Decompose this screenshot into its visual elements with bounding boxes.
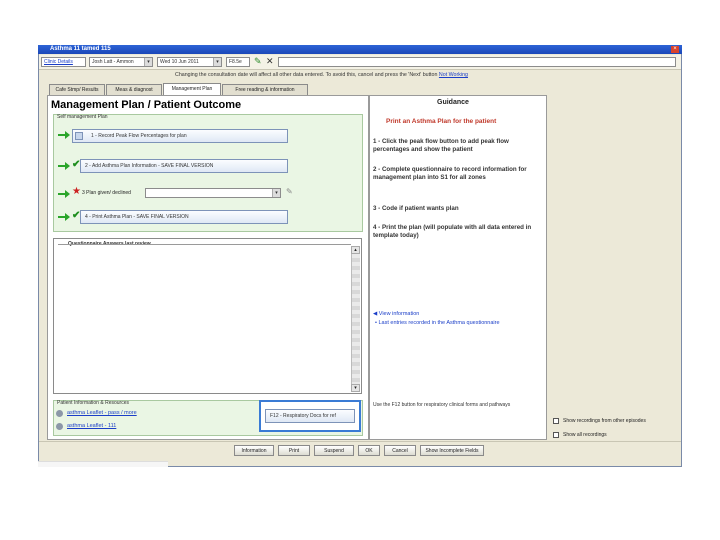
scroll-down-icon[interactable]: ▾ [351,384,360,392]
consultation-date-notice: Changing the consultation date will affe… [175,72,675,82]
chevron-down-icon[interactable]: ▾ [144,58,152,66]
window-title: Asthma 11 tamed 115 [50,46,111,52]
cancel-button[interactable]: Cancel [384,445,416,456]
clinician-select[interactable]: Josh Latt - Ammon ▾ [89,57,153,67]
respiratory-docs-inner: F12 - Respiratory Docs for ref [265,409,355,423]
view-info-row[interactable]: ◀ View information [373,311,419,317]
date-value: Wed 10 Jun 2011 [160,59,199,65]
step-4-label: 4 - Print Asthma Plan - SAVE FINAL VERSI… [85,214,189,220]
page-title: Management Plan / Patient Outcome [51,99,242,111]
globe-icon [56,423,63,430]
show-all-recordings-checkbox[interactable] [553,432,559,438]
side-options-panel [547,95,681,440]
guidance-item-3: 3 - Code if patient wants plan [373,205,459,212]
patient-info-title: Patient Information & Resources [57,400,129,406]
edit-pencil-icon[interactable]: ✎ [286,187,293,196]
green-arrow-icon [58,213,70,223]
globe-icon [56,410,63,417]
not-working-link[interactable]: Not Working [439,72,468,78]
plan-declined-label: 3 Plan given/ declined [82,190,131,196]
tab-meas-diagnost[interactable]: Meas & diagnost [106,84,162,95]
guidance-item-4: 4 - Print the plan (will populate with a… [373,224,532,239]
play-icon: ◀ [373,311,378,317]
peak-flow-icon [75,132,83,140]
guidance-title: Guidance [437,99,469,106]
green-arrow-icon [58,131,70,141]
notice-text: Changing the consultation date will affe… [175,72,438,78]
tab-management-plan[interactable]: Management Plan [163,83,221,95]
guidance-item-2: 2 - Complete questionnaire to record inf… [373,166,527,181]
ok-button[interactable]: OK [358,445,380,456]
last-entries-link[interactable]: Last entries recorded in the Asthma ques… [378,320,499,326]
green-arrow-icon [58,190,70,200]
status-strip [38,461,168,467]
questionnaire-scrollbar[interactable] [351,246,360,392]
show-recordings-label: Show recordings from other episodes [563,418,646,424]
print-asthma-plan-button[interactable]: 4 - Print Asthma Plan - SAVE FINAL VERSI… [80,210,288,224]
information-button[interactable]: Information [234,445,274,456]
clinic-details-button[interactable]: Clinic Details [41,57,86,67]
green-arrow-icon [58,162,70,172]
plan-declined-select[interactable]: ▾ [145,188,281,198]
guidance-item-1: 1 - Click the peak flow button to add pe… [373,138,509,153]
chevron-down-icon[interactable]: ▾ [213,58,221,66]
show-all-recordings-label: Show all recordings [563,432,607,438]
show-recordings-checkbox[interactable] [553,418,559,424]
tab-free-reading[interactable]: Free reading & information [222,84,308,95]
clear-icon[interactable]: ✕ [266,56,274,66]
required-star-icon: ★ [72,186,81,197]
view-information-link[interactable]: View information [379,311,420,317]
tab-cafe-results[interactable]: Cafe Stmp/ Results [49,84,105,95]
add-asthma-plan-button[interactable]: 2 - Add Asthma Plan Information - SAVE F… [80,159,288,173]
close-window-icon[interactable]: × [671,46,679,53]
step-2-label: 2 - Add Asthma Plan Information - SAVE F… [85,163,214,169]
scroll-up-icon[interactable]: ▴ [351,246,360,254]
respiratory-docs-label: F12 - Respiratory Docs for ref [270,413,336,419]
consultation-date-select[interactable]: Wed 10 Jun 2011 ▾ [157,57,222,67]
clinician-value: Josh Latt - Ammon [92,59,134,65]
patient-leaflet-link-2[interactable]: asthma Leaflet - 111 [67,423,116,429]
respiratory-docs-button[interactable]: F12 - Respiratory Docs for ref [259,400,361,432]
f12-note: Use the F12 button for respiratory clini… [373,402,511,408]
record-peak-flow-button[interactable]: 1 - Record Peak Flow Percentages for pla… [72,129,288,143]
toolbar-search-input[interactable] [278,57,676,67]
self-management-title: Self management Plan [57,114,108,120]
window-titlebar: Asthma 11 tamed 115 [38,45,682,54]
questionnaire-answers-box [53,238,362,394]
code-value: F8.5e [229,59,242,65]
last-entries-row[interactable]: • Last entries recorded in the Asthma qu… [375,320,500,326]
guidance-subtitle: Print an Asthma Plan for the patient [386,118,497,125]
code-field[interactable]: F8.5e [226,57,250,67]
pin-icon[interactable]: ✎ [254,56,264,66]
suspend-button[interactable]: Suspend [314,445,354,456]
chevron-down-icon[interactable]: ▾ [272,189,280,197]
patient-leaflet-link-1[interactable]: asthma Leaflet - pass / more [67,410,137,416]
questionnaire-divider [58,244,351,245]
show-incomplete-button[interactable]: Show Incomplete Fields [420,445,484,456]
print-button[interactable]: Print [278,445,310,456]
step-1-label: 1 - Record Peak Flow Percentages for pla… [91,133,187,139]
bullet-icon: • [375,320,377,326]
